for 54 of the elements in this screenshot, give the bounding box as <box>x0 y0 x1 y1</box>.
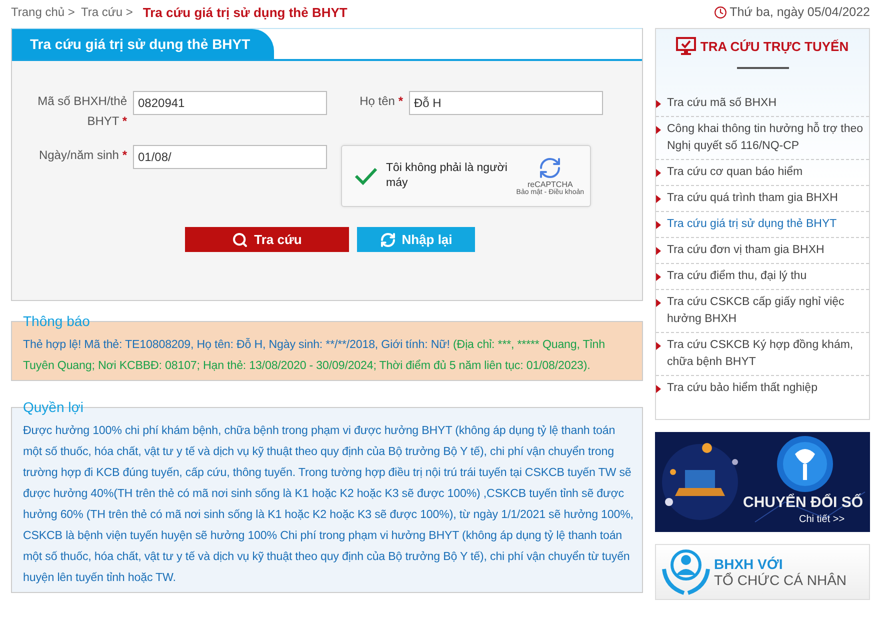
bullet-icon <box>656 195 661 203</box>
bullet-icon <box>656 299 661 307</box>
banner-subheading: TỔ CHỨC CÁ NHÂN <box>714 572 847 588</box>
details-link[interactable]: Chi tiết >> <box>799 514 845 526</box>
input-field[interactable]: 01/08/ <box>133 145 327 169</box>
clock-icon <box>714 6 727 18</box>
refresh-icon <box>380 232 396 248</box>
bullet-icon <box>656 247 661 255</box>
required-mark: * <box>398 94 403 108</box>
banner-heading: BHXH VỚI <box>714 556 784 572</box>
benefits-text: Được hưởng 100% chi phí khám bệnh, chữa bệnh trong phạm vi được hưởng BHYT (không áp dụng tỷ lệ thanh toán một số thuốc, hóa chất, vật tư y tế và dịch vụ kỹ thuật theo quy định của Bộ trưởng Bộ Y tế), chi phí vận chuyển trong trường hợp đi KCB đúng tuyến, cấp cứu, thông tuyến. Trong tường hợp điều trị nội trú trái tuyến tại CSKCB tuyến TW sẽ được hưởng 40%(TH trên thẻ có mã nơi sinh sống là K1 hoặc K2 hoặc K3 sẽ được 100%) ,CSKCB tuyến tỉnh sẽ được hưởng 60% (TH trên thẻ có mã nơi sinh sống là K1 hoặc K2 hoặc K3 sẽ được 100%), từ ngày 1/1/2021 sẽ hưởng 100%, CSKCB là bệnh viện tuyến huyện sẽ hưởng 100% Chi phí trong phạm vi hưởng BHYT (không áp dụng tỷ lệ thanh toán một số thuốc, hóa chất, vật tư y tế và dịch vụ kỹ thuật theo quy định của Bộ trưởng Bộ Y tế), chi phí vận chuyển từ tuyến huyện lên tuyến tỉnh hoặc TW. <box>23 423 634 586</box>
sidebar-title: TRA CỨU TRỰC TUYẾN <box>700 38 849 54</box>
recaptcha-brand: reCAPTCHA <box>527 180 573 189</box>
benefits-title: Quyền lợi <box>23 399 84 415</box>
sidebar-item[interactable]: Tra cứu bảo hiểm thất nghiệp <box>656 375 869 401</box>
required-mark: * <box>122 114 127 128</box>
people-banner[interactable]: BHXH VỚI TỔ CHỨC CÁ NHÂN <box>655 544 870 600</box>
sidebar-item[interactable]: Tra cứu giá trị sử dụng thẻ BHYT <box>656 211 869 237</box>
field-label: Họ tên * <box>358 93 403 110</box>
search-button[interactable]: Tra cứu <box>185 227 349 252</box>
bullet-icon <box>656 169 661 177</box>
sidebar-item[interactable]: Tra cứu cơ quan báo hiểm <box>656 159 869 185</box>
search-icon <box>232 232 248 248</box>
sidebar-item[interactable]: Tra cứu quá trình tham gia BHXH <box>656 185 869 211</box>
sidebar-item[interactable]: Công khai thông tin hưởng hỗ trợ theo Nghị quyết số 116/NQ-CP <box>656 116 869 159</box>
notice-title: Thông báo <box>23 313 90 329</box>
bullet-icon <box>656 126 661 134</box>
sidebar-item[interactable]: Tra cứu mã số BHXH <box>656 91 869 116</box>
breadcrumb-link[interactable]: Tra cứu > <box>80 5 133 19</box>
bullet-icon <box>656 385 661 393</box>
notice-text: Thẻ hợp lệ! Mã thẻ: TE10808209, Họ tên: Đỗ H, Ngày sinh: **/**/2018, Giới tính: Nữ! (Địa chỉ: ***, ***** Quang, Tỉnh Tuyên Quang; Nơi KCBBĐ: 08107; Hạn thẻ: 13/08/2020 - 30/09/2024; Thời điểm đủ 5 năm liên tục: 01/08/2023). <box>23 337 606 374</box>
date-text: Thứ ba, ngày 05/04/2022 <box>730 5 870 19</box>
sidebar-item[interactable]: Tra cứu điểm thu, đại lý thu <box>656 263 869 289</box>
required-mark: * <box>122 148 127 162</box>
banner-title: CHUYỂN ĐỔI SỐ <box>743 494 864 511</box>
sidebar-item[interactable]: Tra cứu CSKCB Ký hợp đồng khám, chữa bệnh BHYT <box>656 332 869 375</box>
bullet-icon <box>656 273 661 281</box>
bullet-icon <box>656 221 661 229</box>
recaptcha-icon <box>538 156 562 180</box>
input-field[interactable]: Đỗ H <box>409 91 603 115</box>
panel-title: Tra cứu giá trị sử dụng thẻ BHYT <box>12 29 274 59</box>
field-label: Ngày/năm sinh * <box>38 147 127 164</box>
breadcrumb-current: Tra cứu giá trị sử dụng thẻ BHYT <box>142 4 348 20</box>
digital-banner[interactable]: CHUYỂN ĐỔI SỐ Chi tiết >> <box>655 432 870 532</box>
breadcrumb-link[interactable]: Trang chủ > <box>11 5 75 19</box>
monitor-check-icon <box>676 37 696 55</box>
input-field[interactable]: 0820941 <box>133 91 327 115</box>
bullet-icon <box>656 100 661 108</box>
sidebar-item[interactable]: Tra cứu đơn vị tham gia BHXH <box>656 237 869 263</box>
person-hands-icon <box>662 547 710 597</box>
captcha-label: Tôi không phải là người máy <box>386 161 508 191</box>
field-label: Mã số BHXH/thẻ BHYT * <box>36 93 127 130</box>
sidebar-item[interactable]: Tra cứu CSKCB cấp giấy nghỉ việc hưởng BHXH <box>656 289 869 332</box>
bullet-icon <box>656 342 661 350</box>
